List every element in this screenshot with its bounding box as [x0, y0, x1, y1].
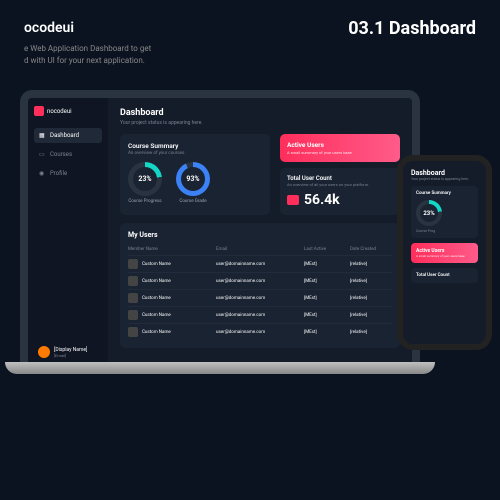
- sidebar: nocodeui ▦ Dashboard ▭ Courses ◉ Profile…: [28, 98, 108, 370]
- page-subtitle: Your project status is appearing here.: [120, 120, 400, 126]
- slide-number: 03.1 Dashboard: [348, 18, 476, 67]
- active-users-card[interactable]: Active Users A small summary of your use…: [280, 134, 400, 162]
- avatar: [128, 310, 138, 320]
- col-created: Date Created: [350, 247, 392, 252]
- date-created: [relative]: [350, 279, 392, 284]
- table-row[interactable]: Custom Name user@domainname.com [MEst] [rel…: [128, 323, 392, 340]
- phone-total-card: Total User Count: [411, 268, 478, 283]
- laptop-frame: nocodeui ▦ Dashboard ▭ Courses ◉ Profile…: [20, 90, 420, 370]
- phone-summary-card: Course Summary 23% Course Prog: [411, 186, 478, 238]
- nav-label: Dashboard: [50, 132, 79, 139]
- member-name: Custom Name: [142, 330, 171, 335]
- user-avatar-icon: [38, 346, 50, 358]
- app-brand: nocodeui: [47, 108, 72, 115]
- course-summary-card: Course Summary An overview of your cours…: [120, 134, 270, 215]
- phone-frame: Dashboard Your project status is appeari…: [397, 155, 492, 350]
- last-active: [MEst]: [304, 313, 346, 318]
- user-name: [Display Name]: [54, 347, 87, 353]
- member-name: Custom Name: [142, 279, 171, 284]
- laptop-base: [5, 362, 435, 374]
- profile-icon: ◉: [39, 170, 46, 177]
- card-subtitle: A small summary of your users base: [287, 150, 393, 155]
- card-title: Active Users: [287, 141, 393, 149]
- phone-gauge-label: Course Prog: [416, 229, 473, 233]
- nav-profile[interactable]: ◉ Profile: [34, 166, 102, 181]
- avatar: [128, 276, 138, 286]
- date-created: [relative]: [350, 330, 392, 335]
- col-member: Member Name: [128, 247, 212, 252]
- dashboard-icon: ▦: [39, 132, 46, 139]
- table-row[interactable]: Custom Name user@domainname.com [MEst] [rel…: [128, 306, 392, 323]
- card-subtitle: A small summary of your users base: [416, 254, 473, 258]
- card-subtitle: An overview of your courses.: [128, 151, 262, 156]
- table-row[interactable]: Custom Name user@domainname.com [MEst] [rel…: [128, 272, 392, 289]
- member-name: Custom Name: [142, 262, 171, 267]
- card-title: Course Summary: [416, 191, 473, 196]
- member-email: user@domainname.com: [216, 296, 300, 301]
- col-email: Email: [216, 247, 300, 252]
- promo-brand: ocodeui: [24, 18, 151, 39]
- gauge-label: Course Grade: [179, 199, 206, 204]
- last-active: [MEst]: [304, 279, 346, 284]
- dashboard-app: nocodeui ▦ Dashboard ▭ Courses ◉ Profile…: [28, 98, 412, 370]
- user-email: [Email]: [54, 353, 87, 358]
- last-active: [MEst]: [304, 330, 346, 335]
- member-email: user@domainname.com: [216, 313, 300, 318]
- last-active: [MEst]: [304, 262, 346, 267]
- nav-label: Courses: [50, 151, 72, 158]
- courses-icon: ▭: [39, 151, 46, 158]
- phone-gauge: 23%: [416, 200, 442, 226]
- gauge-label: Course Progress: [128, 199, 161, 204]
- date-created: [relative]: [350, 262, 392, 267]
- promo-tagline-2: d with UI for your next application.: [24, 55, 151, 67]
- sidebar-user[interactable]: [Display Name] [Email]: [34, 342, 102, 362]
- card-title: Total User Count: [416, 273, 473, 278]
- grade-gauge: 93% Course Grade: [176, 162, 210, 204]
- last-active: [MEst]: [304, 296, 346, 301]
- promo-banner: ocodeui e Web Application Dashboard to g…: [0, 18, 500, 67]
- phone-title: Dashboard: [411, 169, 478, 177]
- member-email: user@domainname.com: [216, 262, 300, 267]
- progress-gauge: 23% Course Progress: [128, 162, 162, 204]
- users-icon: [287, 195, 299, 205]
- member-email: user@domainname.com: [216, 330, 300, 335]
- logo-icon: [34, 106, 44, 116]
- card-title: Total User Count: [287, 175, 393, 182]
- nav-dashboard[interactable]: ▦ Dashboard: [34, 128, 102, 143]
- nav-label: Profile: [50, 170, 67, 177]
- avatar: [128, 293, 138, 303]
- nav-courses[interactable]: ▭ Courses: [34, 147, 102, 162]
- table-row[interactable]: Custom Name user@domainname.com [MEst] [rel…: [128, 255, 392, 272]
- avatar: [128, 259, 138, 269]
- card-subtitle: An overview of all your users on your pl…: [287, 182, 393, 187]
- table-row[interactable]: Custom Name user@domainname.com [MEst] [rel…: [128, 289, 392, 306]
- gauge-value: 93%: [186, 175, 199, 183]
- phone-active-card[interactable]: Active Users A small summary of your use…: [411, 243, 478, 263]
- table-header: Member Name Email Last Active Date Creat…: [128, 244, 392, 255]
- col-last: Last Active: [304, 247, 346, 252]
- users-table-card: My Users Member Name Email Last Active D…: [120, 223, 400, 348]
- app-logo[interactable]: nocodeui: [34, 106, 102, 116]
- gauge-value: 23%: [138, 175, 151, 183]
- promo-tagline-1: e Web Application Dashboard to get: [24, 43, 151, 55]
- total-users-card: Total User Count An overview of all your…: [280, 168, 400, 215]
- page-title: Dashboard: [120, 108, 400, 118]
- member-name: Custom Name: [142, 296, 171, 301]
- page-header: Dashboard Your project status is appeari…: [120, 108, 400, 126]
- main-content: Dashboard Your project status is appeari…: [108, 98, 412, 370]
- member-email: user@domainname.com: [216, 279, 300, 284]
- member-name: Custom Name: [142, 313, 171, 318]
- date-created: [relative]: [350, 296, 392, 301]
- card-title: Course Summary: [128, 142, 262, 150]
- avatar: [128, 327, 138, 337]
- table-title: My Users: [128, 231, 392, 239]
- phone-subtitle: Your project status is appearing here.: [411, 177, 478, 181]
- date-created: [relative]: [350, 313, 392, 318]
- total-user-value: 56.4k: [304, 192, 340, 208]
